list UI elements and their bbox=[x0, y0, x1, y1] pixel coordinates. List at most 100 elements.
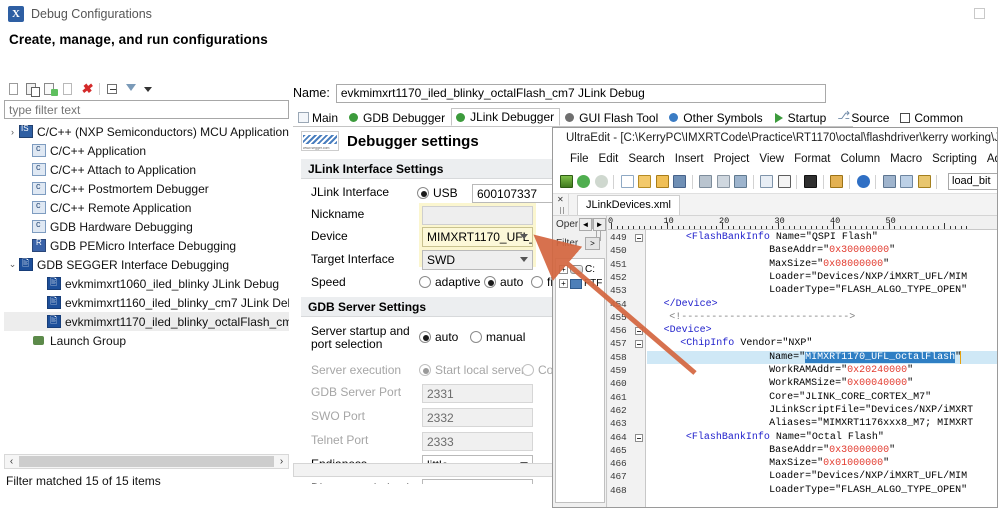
new-prototype-icon[interactable] bbox=[43, 82, 58, 97]
close-document-icon[interactable] bbox=[553, 193, 569, 216]
tab-source[interactable]: Source bbox=[832, 108, 895, 126]
ultraedit-menubar[interactable]: File Edit Search Insert Project View Format Col… bbox=[553, 148, 997, 170]
cut-icon[interactable] bbox=[881, 173, 896, 190]
print-preview-icon[interactable] bbox=[715, 173, 730, 190]
scroll-left-icon[interactable]: ‹ bbox=[5, 455, 18, 468]
right-arrow-icon[interactable]: ► bbox=[593, 218, 606, 231]
explorer-item-ftp[interactable]: + FTF bbox=[559, 278, 602, 289]
save-icon[interactable] bbox=[671, 173, 687, 190]
menu-column[interactable]: Column bbox=[836, 153, 886, 165]
tab-gdb-debugger[interactable]: GDB Debugger bbox=[344, 108, 451, 126]
tree-item[interactable]: C/C++ Attach to Application bbox=[4, 160, 289, 179]
menu-insert[interactable]: Insert bbox=[670, 153, 709, 165]
filter-icon[interactable] bbox=[123, 82, 138, 97]
speed-auto-radio[interactable]: auto bbox=[484, 275, 523, 289]
word-wrap-icon[interactable] bbox=[758, 173, 774, 190]
open-file-icon[interactable] bbox=[636, 173, 652, 190]
menu-format[interactable]: Format bbox=[789, 153, 835, 165]
tree-item[interactable]: GDB Hardware Debugging bbox=[4, 217, 289, 236]
tree-item[interactable]: C/C++ Application bbox=[4, 141, 289, 160]
tree-horizontal-scrollbar[interactable]: ‹ › bbox=[4, 454, 289, 469]
menu-advance[interactable]: Advance bbox=[982, 153, 997, 165]
ultraedit-document-tabbar[interactable]: JLinkDevices.xml bbox=[553, 193, 997, 216]
speed-adaptive-radio[interactable]: adaptive bbox=[419, 275, 480, 289]
nickname-input[interactable] bbox=[422, 206, 533, 225]
scroll-thumb[interactable] bbox=[19, 456, 274, 467]
duplicate-icon[interactable] bbox=[25, 82, 40, 97]
gdb-port-input[interactable] bbox=[422, 384, 533, 403]
tab-jlink-debugger[interactable]: JLink Debugger bbox=[451, 108, 561, 126]
config-tabs[interactable]: Main GDB Debugger JLink Debugger GUI Flash … bbox=[293, 108, 963, 127]
collapse-all-icon[interactable] bbox=[105, 82, 120, 97]
menu-macro[interactable]: Macro bbox=[885, 153, 927, 165]
editor-code-area[interactable]: <FlashBankInfo Name="QSPI Flash" BaseAddr… bbox=[647, 230, 997, 507]
back-icon[interactable] bbox=[575, 173, 591, 190]
launch-config-tree[interactable]: › C/C++ (NXP Semiconductors) MCU Applicat… bbox=[4, 122, 289, 452]
target-interface-combo[interactable]: SWD bbox=[422, 250, 533, 270]
open-folder-icon[interactable] bbox=[654, 173, 669, 190]
disconnect-combo[interactable]: Run bbox=[422, 479, 533, 484]
filter-apply-button[interactable]: > bbox=[585, 237, 600, 250]
fold-toggle-icon[interactable] bbox=[635, 234, 643, 242]
config-name-input[interactable] bbox=[335, 83, 826, 103]
export-icon[interactable] bbox=[61, 82, 76, 97]
settings-horizontal-scrollbar[interactable] bbox=[293, 463, 555, 477]
find-in-files-icon[interactable] bbox=[732, 173, 748, 190]
tree-item[interactable]: evkmimxrt1170_iled_blinky_octalFlash_cm7… bbox=[4, 312, 289, 331]
left-arrow-icon[interactable]: ◄ bbox=[579, 218, 592, 231]
explorer-item-drive[interactable]: + C: bbox=[559, 264, 595, 275]
tab-gui-flash-tool[interactable]: GUI Flash Tool bbox=[560, 108, 664, 126]
tab-startup[interactable]: Startup bbox=[769, 108, 833, 126]
copy-icon[interactable] bbox=[898, 173, 914, 190]
expand-icon[interactable]: + bbox=[559, 265, 568, 274]
tab-main[interactable]: Main bbox=[293, 108, 344, 126]
startup-manual-radio[interactable]: manual bbox=[470, 330, 525, 344]
menu-scripting[interactable]: Scripting bbox=[927, 153, 982, 165]
swo-port-input[interactable] bbox=[422, 408, 533, 427]
ultraedit-toolbar[interactable]: load_bit bbox=[553, 170, 997, 194]
exec-local-radio[interactable]: Start local server bbox=[419, 363, 525, 377]
web-icon[interactable] bbox=[855, 173, 870, 190]
hex-icon[interactable] bbox=[802, 173, 818, 190]
view-menu-icon[interactable] bbox=[141, 82, 156, 97]
expand-icon[interactable]: + bbox=[559, 279, 568, 288]
restore-icon[interactable] bbox=[972, 6, 988, 22]
chevron-right-icon[interactable]: › bbox=[6, 127, 19, 137]
fold-toggle-icon[interactable] bbox=[635, 340, 643, 349]
tree-item[interactable]: C/C++ Postmortem Debugger bbox=[4, 179, 289, 198]
jlink-usb-radio[interactable]: USB bbox=[417, 186, 458, 200]
tab-common[interactable]: Common bbox=[895, 108, 969, 126]
delete-icon[interactable]: ✖ bbox=[79, 81, 94, 97]
template-icon[interactable] bbox=[828, 173, 844, 190]
menu-file[interactable]: File bbox=[565, 153, 594, 165]
open-project-icon[interactable] bbox=[558, 173, 573, 190]
document-tab[interactable]: JLinkDevices.xml bbox=[577, 194, 680, 215]
device-combo[interactable]: MIMXRT1170_UFL_oc bbox=[422, 227, 533, 247]
tree-item[interactable]: Launch Group bbox=[4, 331, 289, 350]
menu-project[interactable]: Project bbox=[709, 153, 755, 165]
tree-item[interactable]: C/C++ Remote Application bbox=[4, 198, 289, 217]
tree-item[interactable]: › C/C++ (NXP Semiconductors) MCU Applicat… bbox=[4, 122, 289, 141]
tab-other-symbols[interactable]: Other Symbols bbox=[664, 108, 768, 126]
menu-edit[interactable]: Edit bbox=[594, 153, 624, 165]
menu-search[interactable]: Search bbox=[623, 153, 669, 165]
fold-toggle-icon[interactable] bbox=[635, 327, 643, 336]
new-file-icon[interactable] bbox=[619, 173, 635, 190]
tree-item[interactable]: GDB PEMicro Interface Debugging bbox=[4, 236, 289, 255]
tree-item[interactable]: evkmimxrt1160_iled_blinky_cm7 JLink Debu… bbox=[4, 293, 289, 312]
print-icon[interactable] bbox=[697, 173, 713, 190]
paste-icon[interactable] bbox=[916, 173, 931, 190]
macro-combo[interactable]: load_bit bbox=[948, 173, 997, 190]
tree-item[interactable]: ⌄ GDB SEGGER Interface Debugging bbox=[4, 255, 289, 274]
tree-item[interactable]: evkmimxrt1060_iled_blinky JLink Debug bbox=[4, 274, 289, 293]
new-config-icon[interactable] bbox=[7, 82, 22, 97]
scroll-right-icon[interactable]: › bbox=[275, 455, 288, 468]
forward-icon[interactable] bbox=[593, 173, 608, 190]
jlink-serial-input[interactable] bbox=[472, 184, 563, 203]
explorer-tree[interactable]: + C: + FTF bbox=[555, 258, 605, 503]
startup-auto-radio[interactable]: auto bbox=[419, 330, 458, 344]
fold-toggle-icon[interactable] bbox=[635, 433, 643, 442]
list-icon[interactable] bbox=[776, 173, 791, 190]
telnet-port-input[interactable] bbox=[422, 432, 533, 451]
xml-editor[interactable]: 0 10 20 30 40 50 449 450 451 452 453 454 455 456 457 4… bbox=[608, 216, 997, 507]
